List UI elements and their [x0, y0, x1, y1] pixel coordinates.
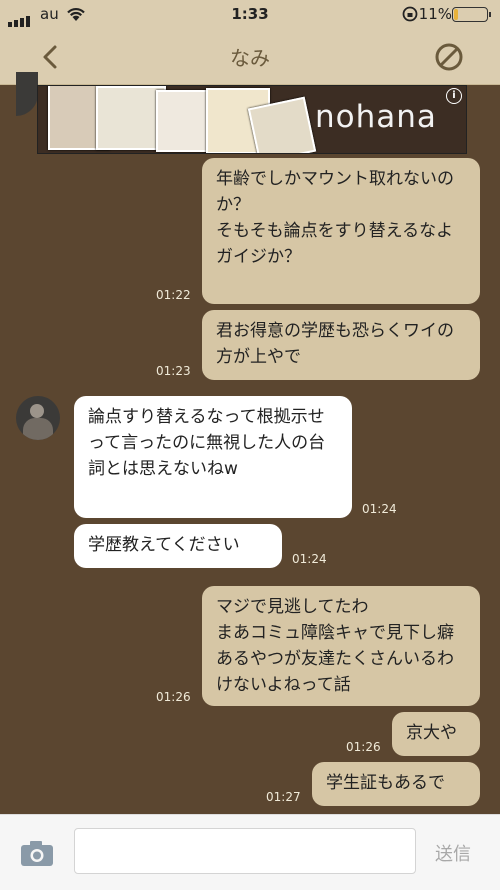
ad-banner[interactable]: nohana i	[37, 85, 467, 154]
block-icon[interactable]	[434, 42, 464, 72]
status-bar: au 1:33 11%	[0, 0, 500, 30]
battery-icon	[452, 7, 491, 22]
ad-photos	[48, 86, 317, 153]
ad-info-icon[interactable]: i	[446, 88, 462, 104]
message-bubble[interactable]: マジで見逃してたわ まあコミュ障陰キャで見下し癖あるやつが友達たくさんいるわけな…	[202, 586, 480, 706]
message-timestamp: 01:22	[156, 288, 191, 302]
message-input-bar: 送信	[0, 814, 500, 890]
battery-fill	[454, 9, 458, 20]
avatar[interactable]	[16, 396, 60, 440]
message-bubble[interactable]: 君お得意の学歴も恐らくワイの方が上やで	[202, 310, 480, 380]
message-timestamp: 01:23	[156, 364, 191, 378]
message-bubble[interactable]: 年齢でしかマウント取れないのか？ そもそも論点をすり替えるなよ ガイジか？	[202, 158, 480, 304]
camera-icon[interactable]	[20, 839, 54, 867]
avatar[interactable]	[16, 72, 38, 116]
message-input[interactable]	[74, 828, 416, 874]
message-timestamp: 01:27	[266, 790, 301, 804]
message-bubble[interactable]: 京大や	[392, 712, 480, 756]
rotation-lock-icon	[402, 6, 418, 22]
message-bubble[interactable]: 学生証もあるで	[312, 762, 480, 806]
send-button[interactable]: 送信	[435, 840, 471, 866]
message-timestamp: 01:24	[362, 502, 397, 516]
nav-bar: なみ	[0, 30, 500, 85]
message-timestamp: 01:24	[292, 552, 327, 566]
battery-percent: 11%	[418, 5, 452, 23]
message-timestamp: 01:26	[156, 690, 191, 704]
ad-brand-logo: nohana	[315, 99, 437, 135]
message-timestamp: 01:26	[346, 740, 381, 754]
message-bubble[interactable]: 論点すり替えるなって根拠示せって言ったのに無視した人の台詞とは思えないねw	[74, 396, 352, 518]
message-bubble[interactable]: 学歴教えてください	[74, 524, 282, 568]
chat-title: なみ	[230, 46, 270, 70]
